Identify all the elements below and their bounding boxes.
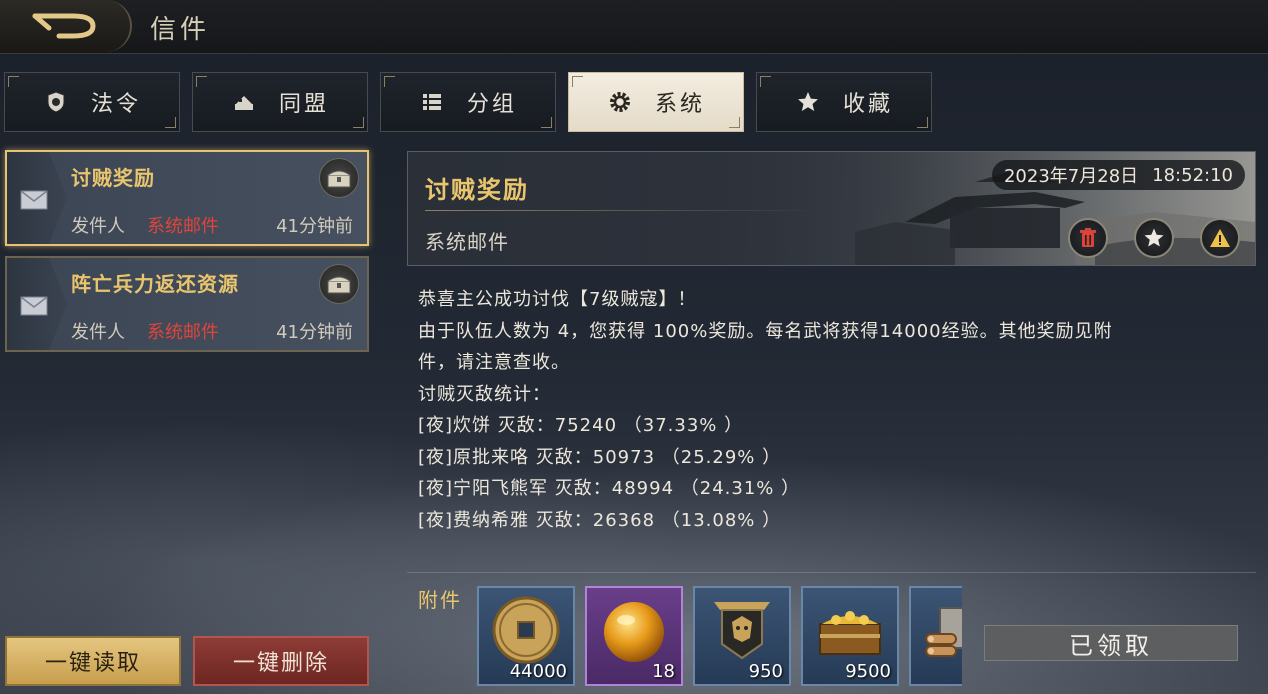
body-line: [夜]费纳希雅 灭敌：26368 （13.08% ） [418, 509, 782, 531]
tab-label: 分组 [466, 92, 517, 117]
mail-header: 讨贼奖励 系统邮件 2023年7月28日 18:52:10 [407, 151, 1256, 266]
delete-all-button[interactable]: 一键删除 [193, 636, 369, 686]
warning-icon [1210, 229, 1230, 247]
orb-icon [604, 602, 664, 662]
tab-favorites[interactable]: 收藏 [756, 72, 932, 132]
sender-name: 系统邮件 [147, 322, 219, 343]
attachment-item[interactable]: 9500 [801, 586, 899, 686]
trash-icon [1080, 228, 1096, 247]
envelope-zone [7, 152, 67, 244]
attachment-chest-icon [319, 264, 359, 304]
attachment-count: 9500 [845, 661, 891, 682]
body-line: [夜]原批来咯 灭敌：50973 （25.29% ） [418, 446, 782, 468]
divider [407, 572, 1256, 573]
attachment-chest-icon [319, 158, 359, 198]
mail-date: 2023年7月28日 [1003, 166, 1139, 187]
claimed-button[interactable]: 已领取 [984, 625, 1238, 661]
sender-name: 系统邮件 [147, 216, 219, 237]
gear-icon [607, 89, 633, 115]
delete-mail-button[interactable] [1068, 218, 1108, 258]
body-line: 讨贼灭敌统计： [418, 383, 551, 405]
back-button[interactable] [0, 0, 132, 52]
body-line: 件，请注意查收。 [418, 352, 570, 373]
star-icon [795, 89, 821, 115]
mail-body: 恭喜主公成功讨伐【7级贼寇】！ 由于队伍人数为 4，您获得 100%奖励。每名武… [418, 284, 1248, 536]
envelope-zone [7, 258, 67, 350]
read-all-button[interactable]: 一键读取 [5, 636, 181, 686]
top-bar: 信件 [0, 0, 1268, 54]
sender-label: 发件人 [71, 322, 125, 343]
mail-time: 41分钟前 [276, 322, 353, 343]
favorite-mail-button[interactable] [1134, 218, 1174, 258]
list-icon [419, 89, 445, 115]
mail-time: 41分钟前 [276, 216, 353, 237]
tab-label: 法令 [90, 92, 141, 117]
tab-label: 系统 [654, 92, 705, 117]
mail-subject: 讨贼奖励 [425, 176, 529, 204]
attachment-count: 44000 [509, 661, 567, 682]
sender-label: 发件人 [71, 216, 125, 237]
tab-decree[interactable]: 法令 [4, 72, 180, 132]
tab-system[interactable]: 系统 [568, 72, 744, 132]
mail-timestamp: 2023年7月28日 18:52:10 [991, 160, 1245, 190]
body-line: 由于队伍人数为 4，您获得 100%奖励。每名武将获得14000经验。其他奖励见… [418, 320, 1113, 342]
attachment-item[interactable] [909, 586, 962, 686]
mail-list-item[interactable]: 阵亡兵力返还资源 发件人 系统邮件 41分钟前 [5, 256, 369, 352]
divider [425, 210, 825, 211]
coin-icon [492, 596, 560, 664]
attachments-label: 附件 [418, 588, 462, 612]
attachment-item[interactable]: 18 [585, 586, 683, 686]
envelope-icon [20, 296, 48, 316]
mail-title: 阵亡兵力返还资源 [71, 272, 239, 296]
body-line: 恭喜主公成功讨伐【7级贼寇】！ [418, 289, 697, 310]
body-line: [夜]炊饼 灭敌：75240 （37.33% ） [418, 415, 744, 436]
tab-group[interactable]: 分组 [380, 72, 556, 132]
mail-time: 18:52:10 [1152, 164, 1233, 186]
mail-title: 讨贼奖励 [71, 166, 155, 190]
alliance-icon [231, 89, 257, 115]
back-arrow-icon [32, 13, 96, 39]
wood-icon [925, 607, 962, 657]
attachment-strip[interactable]: 44000 18 950 9500 [477, 586, 962, 686]
star-icon [1144, 228, 1164, 247]
attachment-item[interactable]: 44000 [477, 586, 575, 686]
attachment-count: 18 [652, 661, 675, 682]
banner-icon [714, 602, 770, 660]
tab-label: 同盟 [278, 92, 329, 117]
mail-sender: 系统邮件 [425, 230, 509, 254]
attachment-count: 950 [748, 661, 783, 682]
envelope-icon [20, 190, 48, 210]
attachment-item[interactable]: 950 [693, 586, 791, 686]
report-mail-button[interactable] [1200, 218, 1240, 258]
page-title: 信件 [150, 15, 211, 45]
shield-icon [43, 89, 69, 115]
tab-label: 收藏 [842, 92, 893, 117]
tab-alliance[interactable]: 同盟 [192, 72, 368, 132]
mail-list-item[interactable]: 讨贼奖励 发件人 系统邮件 41分钟前 [5, 150, 369, 246]
gold-chest-icon [819, 611, 881, 655]
body-line: [夜]宁阳飞熊军 灭敌：48994 （24.31% ） [418, 478, 801, 499]
